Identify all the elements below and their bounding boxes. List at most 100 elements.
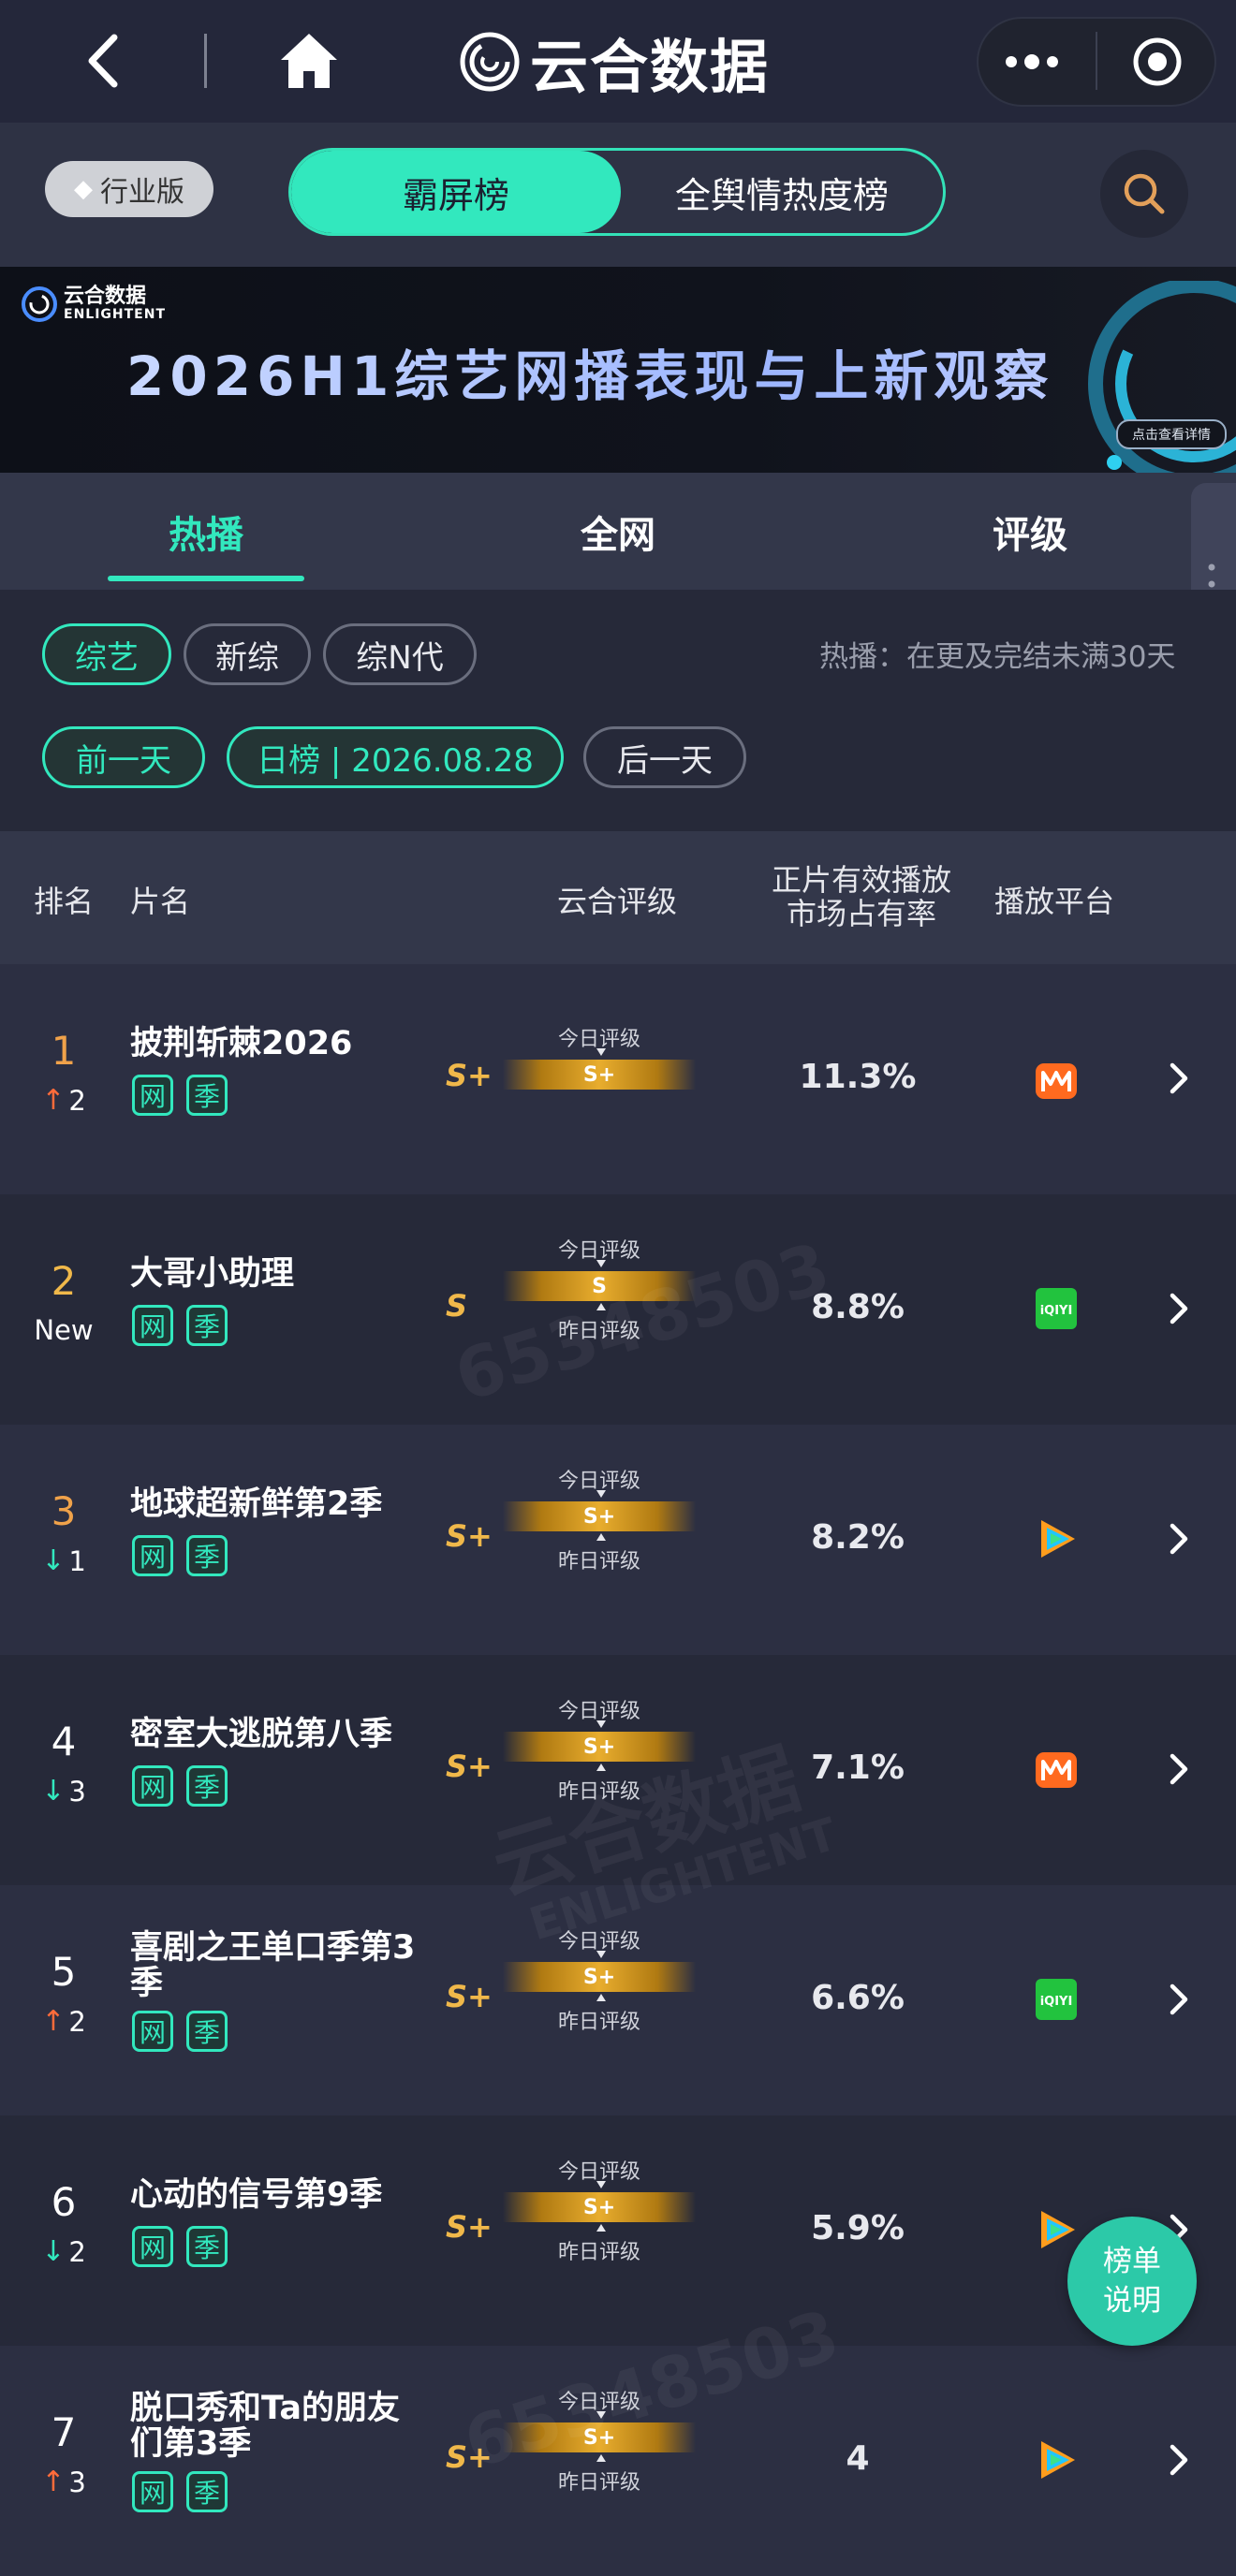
prev-day-button[interactable]: 前一天	[42, 726, 205, 788]
rank-change-value: 1	[68, 1544, 86, 1577]
rank-number: 3	[51, 1488, 77, 1534]
more-button[interactable]	[1002, 41, 1062, 82]
capsule-divider	[1096, 32, 1097, 90]
banner-brand-en: ENLIGHTENT	[64, 307, 166, 322]
grade-bar-text: S+	[582, 1062, 616, 1087]
arrow-up-icon: ↑	[41, 2466, 66, 2498]
grade-bar-text: S+	[582, 2425, 616, 2450]
rank-change-value: 2	[68, 2005, 86, 2038]
market-share-value: 8.8%	[811, 1288, 905, 1326]
app-title-group: 云合数据	[459, 24, 770, 101]
table-row[interactable]: 2 New 大哥小助理网季 S 今日评级 S 昨日评级 8.8% iQIYI	[0, 1194, 1236, 1425]
rank-change-value: New	[34, 1314, 94, 1346]
tab-hot-airing[interactable]: 热播	[108, 473, 304, 590]
yesterday-grade-label: 昨日评级	[557, 2011, 640, 2034]
show-title[interactable]: 大哥小助理	[130, 1256, 430, 1292]
nav-divider	[204, 34, 207, 88]
banner-brand-logo: 云合数据 ENLIGHTENT	[21, 285, 166, 323]
tick-up-icon	[596, 2454, 606, 2462]
rank-number: 7	[51, 2409, 77, 2455]
tag-net: 网	[132, 1305, 173, 1346]
arrow-up-icon: ↑	[41, 1084, 66, 1117]
segment-screen-dominance[interactable]: 霸屏榜	[291, 151, 621, 233]
tab-all-network[interactable]: 全网	[520, 473, 716, 590]
show-title[interactable]: 喜剧之王单口季第3季	[130, 1930, 430, 2001]
tick-down-icon	[596, 1048, 606, 1056]
home-button[interactable]	[277, 28, 341, 94]
chevron-left-icon	[88, 34, 118, 88]
filter-variety[interactable]: 综艺	[42, 623, 171, 685]
tag-net: 网	[132, 1075, 173, 1116]
table-row[interactable]: 7 ↑ 3 脱口秀和Ta的朋友们第3季网季 S+ 今日评级 S+ 昨日评级 4	[0, 2346, 1236, 2576]
yesterday-grade-label: 昨日评级	[557, 1550, 640, 1573]
search-icon	[1124, 173, 1165, 214]
tick-up-icon	[596, 2224, 606, 2232]
show-title[interactable]: 心动的信号第9季	[130, 2177, 430, 2213]
grade-bar-text: S+	[582, 1734, 616, 1759]
banner-cta-button[interactable]: 点击查看详情	[1116, 419, 1227, 449]
header-market-share-line2: 市场占有率	[786, 896, 936, 931]
chevron-right-icon[interactable]	[1165, 1750, 1193, 1788]
chevron-right-icon[interactable]	[1165, 1060, 1193, 1097]
search-button[interactable]	[1100, 150, 1188, 238]
table-row[interactable]: 3 ↓ 1 地球超新鲜第2季网季 S+ 今日评级 S+ 昨日评级 8.2%	[0, 1425, 1236, 1655]
date-selector[interactable]: 日榜 | 2026.08.28	[227, 726, 564, 788]
tencent-platform-icon	[1034, 1516, 1079, 1561]
rank-number: 2	[51, 1258, 77, 1304]
header-rank: 排名	[34, 884, 95, 919]
hot-airing-hint: 热播：在更及完结未满30天	[819, 640, 1176, 674]
table-row[interactable]: 4 ↓ 3 密室大逃脱第八季网季 S+ 今日评级 S+ 昨日评级 7.1%	[0, 1655, 1236, 1885]
tencent-platform-icon	[1034, 2437, 1079, 2482]
arrow-down-icon: ↓	[41, 2235, 66, 2268]
table-row[interactable]: 5 ↑ 2 喜剧之王单口季第3季网季 S+ 今日评级 S+ 昨日评级 6.6% iQIYI	[0, 1885, 1236, 2115]
header-grade: 云合评级	[557, 884, 678, 919]
grade-bar-text: S+	[582, 2195, 616, 2219]
yesterday-grade-label: 昨日评级	[557, 2471, 640, 2495]
tag-season: 季	[186, 1765, 228, 1807]
rank-number: 4	[51, 1719, 77, 1764]
grade-bar: S+	[503, 1962, 696, 1992]
grade-value: S	[446, 1288, 468, 1324]
arrow-down-icon: ↓	[41, 1775, 66, 1808]
grade-value: S+	[446, 2209, 493, 2245]
tick-up-icon	[596, 1994, 606, 2001]
tab-rating[interactable]: 评级	[932, 473, 1128, 590]
grade-value: S+	[446, 1979, 493, 2014]
yesterday-grade-label: 昨日评级	[557, 1320, 640, 1343]
header-platform: 播放平台	[994, 884, 1115, 919]
rank-change: ↓ 1	[3, 1544, 125, 1577]
rank-change: ↑ 2	[3, 2005, 125, 2038]
show-title[interactable]: 密室大逃脱第八季	[130, 1717, 430, 1752]
table-row[interactable]: 6 ↓ 2 心动的信号第9季网季 S+ 今日评级 S+ 昨日评级 5.9%	[0, 2115, 1236, 2346]
iqiyi-platform-icon: iQIYI	[1034, 1977, 1079, 2022]
ranking-help-button[interactable]: 榜单说明	[1067, 2217, 1197, 2346]
tag-season: 季	[186, 2226, 228, 2267]
table-row[interactable]: 1 ↑ 2 披荆斩棘2026 网季 S+ 今日评级 S+ 11.3%	[0, 964, 1236, 1194]
chevron-right-icon[interactable]	[1165, 1290, 1193, 1327]
mango-platform-icon	[1034, 1058, 1079, 1103]
next-day-button[interactable]: 后一天	[583, 726, 746, 788]
show-title[interactable]: 脱口秀和Ta的朋友们第3季	[130, 2391, 430, 2462]
back-button[interactable]	[77, 28, 133, 94]
grade-bar: S+	[503, 2422, 696, 2452]
tick-up-icon	[596, 1533, 606, 1541]
filter-new-variety[interactable]: 新综	[184, 623, 311, 685]
tag-season: 季	[186, 1075, 228, 1116]
tick-down-icon	[596, 1951, 606, 1958]
show-title[interactable]: 地球超新鲜第2季	[130, 1486, 430, 1522]
industry-edition-badge[interactable]: ◆ 行业版	[45, 161, 213, 217]
chevron-right-icon[interactable]	[1165, 1520, 1193, 1558]
grade-bar: S+	[503, 1501, 696, 1531]
market-share-value: 6.6%	[811, 1979, 905, 2017]
grade-value: S+	[446, 1518, 493, 1554]
filter-sequel-variety[interactable]: 综N代	[323, 623, 477, 685]
close-miniapp-button[interactable]	[1131, 36, 1184, 88]
svg-text:iQIYI: iQIYI	[1040, 1995, 1073, 2009]
rank-number: 6	[51, 2179, 77, 2225]
chevron-right-icon[interactable]	[1165, 1981, 1193, 2018]
tag-season: 季	[186, 2011, 228, 2052]
app-title: 云合数据	[530, 33, 771, 101]
segment-sentiment-heat[interactable]: 全舆情热度榜	[621, 151, 943, 233]
show-title[interactable]: 披荆斩棘2026	[130, 1026, 430, 1061]
chevron-right-icon[interactable]	[1165, 2441, 1193, 2479]
